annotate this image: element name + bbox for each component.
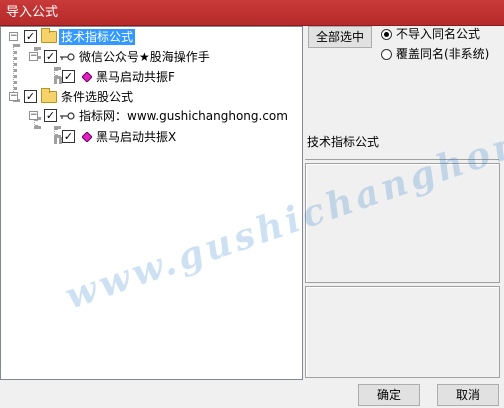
key-icon xyxy=(60,112,75,120)
description-box xyxy=(305,163,500,283)
preview-box xyxy=(305,286,500,378)
tree-node-label[interactable]: 技术指标公式 xyxy=(59,29,136,45)
ok-button[interactable]: 确定 xyxy=(358,384,420,406)
cancel-button[interactable]: 取消 xyxy=(437,384,499,406)
tree-node-folder[interactable]: − ✓ 技术指标公式 xyxy=(1,28,301,46)
select-all-button[interactable]: 全部选中 xyxy=(308,26,372,48)
tree-node-folder[interactable]: − ✓ 条件选股公式 xyxy=(1,88,301,106)
collapse-icon[interactable]: − xyxy=(9,92,18,101)
checkbox[interactable]: ✓ xyxy=(44,109,57,122)
tree-node-label[interactable]: 黑马启动共振X xyxy=(94,129,178,145)
checkbox[interactable]: ✓ xyxy=(44,50,57,63)
checkbox[interactable]: ✓ xyxy=(24,90,37,103)
tree-node-formula[interactable]: ✓ 黑马启动共振X xyxy=(1,128,301,146)
detail-title: 技术指标公式 xyxy=(305,134,499,160)
radio-label[interactable]: 不导入同名公式 xyxy=(396,27,480,41)
tree-node-label[interactable]: 微信公众号★股海操作手 xyxy=(77,49,212,65)
folder-icon xyxy=(41,28,57,43)
tree-node-author[interactable]: − ✓ 微信公众号★股海操作手 xyxy=(1,48,301,66)
tree-node-label[interactable]: 指标网：www.gushichanghong.com xyxy=(77,108,290,124)
checkbox[interactable]: ✓ xyxy=(24,30,37,43)
title-bar: 导入公式 xyxy=(0,0,504,26)
tree-node-label[interactable]: 条件选股公式 xyxy=(59,89,135,105)
radio-overwrite[interactable] xyxy=(381,49,392,60)
collapse-icon[interactable]: − xyxy=(29,52,38,61)
formula-icon xyxy=(82,132,92,142)
key-icon xyxy=(60,53,75,61)
formula-icon xyxy=(82,72,92,82)
window-title: 导入公式 xyxy=(6,5,59,20)
tree-node-author[interactable]: − ✓ 指标网：www.gushichanghong.com xyxy=(1,107,301,125)
radio-skip-duplicates[interactable] xyxy=(381,29,392,40)
formula-tree[interactable]: − ✓ 技术指标公式 − ✓ 微信公众号★股海操作手 ✓ 黑马启动共振F − ✓… xyxy=(0,26,303,380)
checkbox[interactable]: ✓ xyxy=(62,130,75,143)
folder-icon xyxy=(41,88,57,103)
collapse-icon[interactable]: − xyxy=(9,32,18,41)
tree-node-label[interactable]: 黑马启动共振F xyxy=(94,69,177,85)
collapse-icon[interactable]: − xyxy=(29,111,38,120)
tree-node-formula[interactable]: ✓ 黑马启动共振F xyxy=(1,68,301,86)
checkbox[interactable]: ✓ xyxy=(62,70,75,83)
radio-label[interactable]: 覆盖同名(非系统) xyxy=(396,47,489,61)
